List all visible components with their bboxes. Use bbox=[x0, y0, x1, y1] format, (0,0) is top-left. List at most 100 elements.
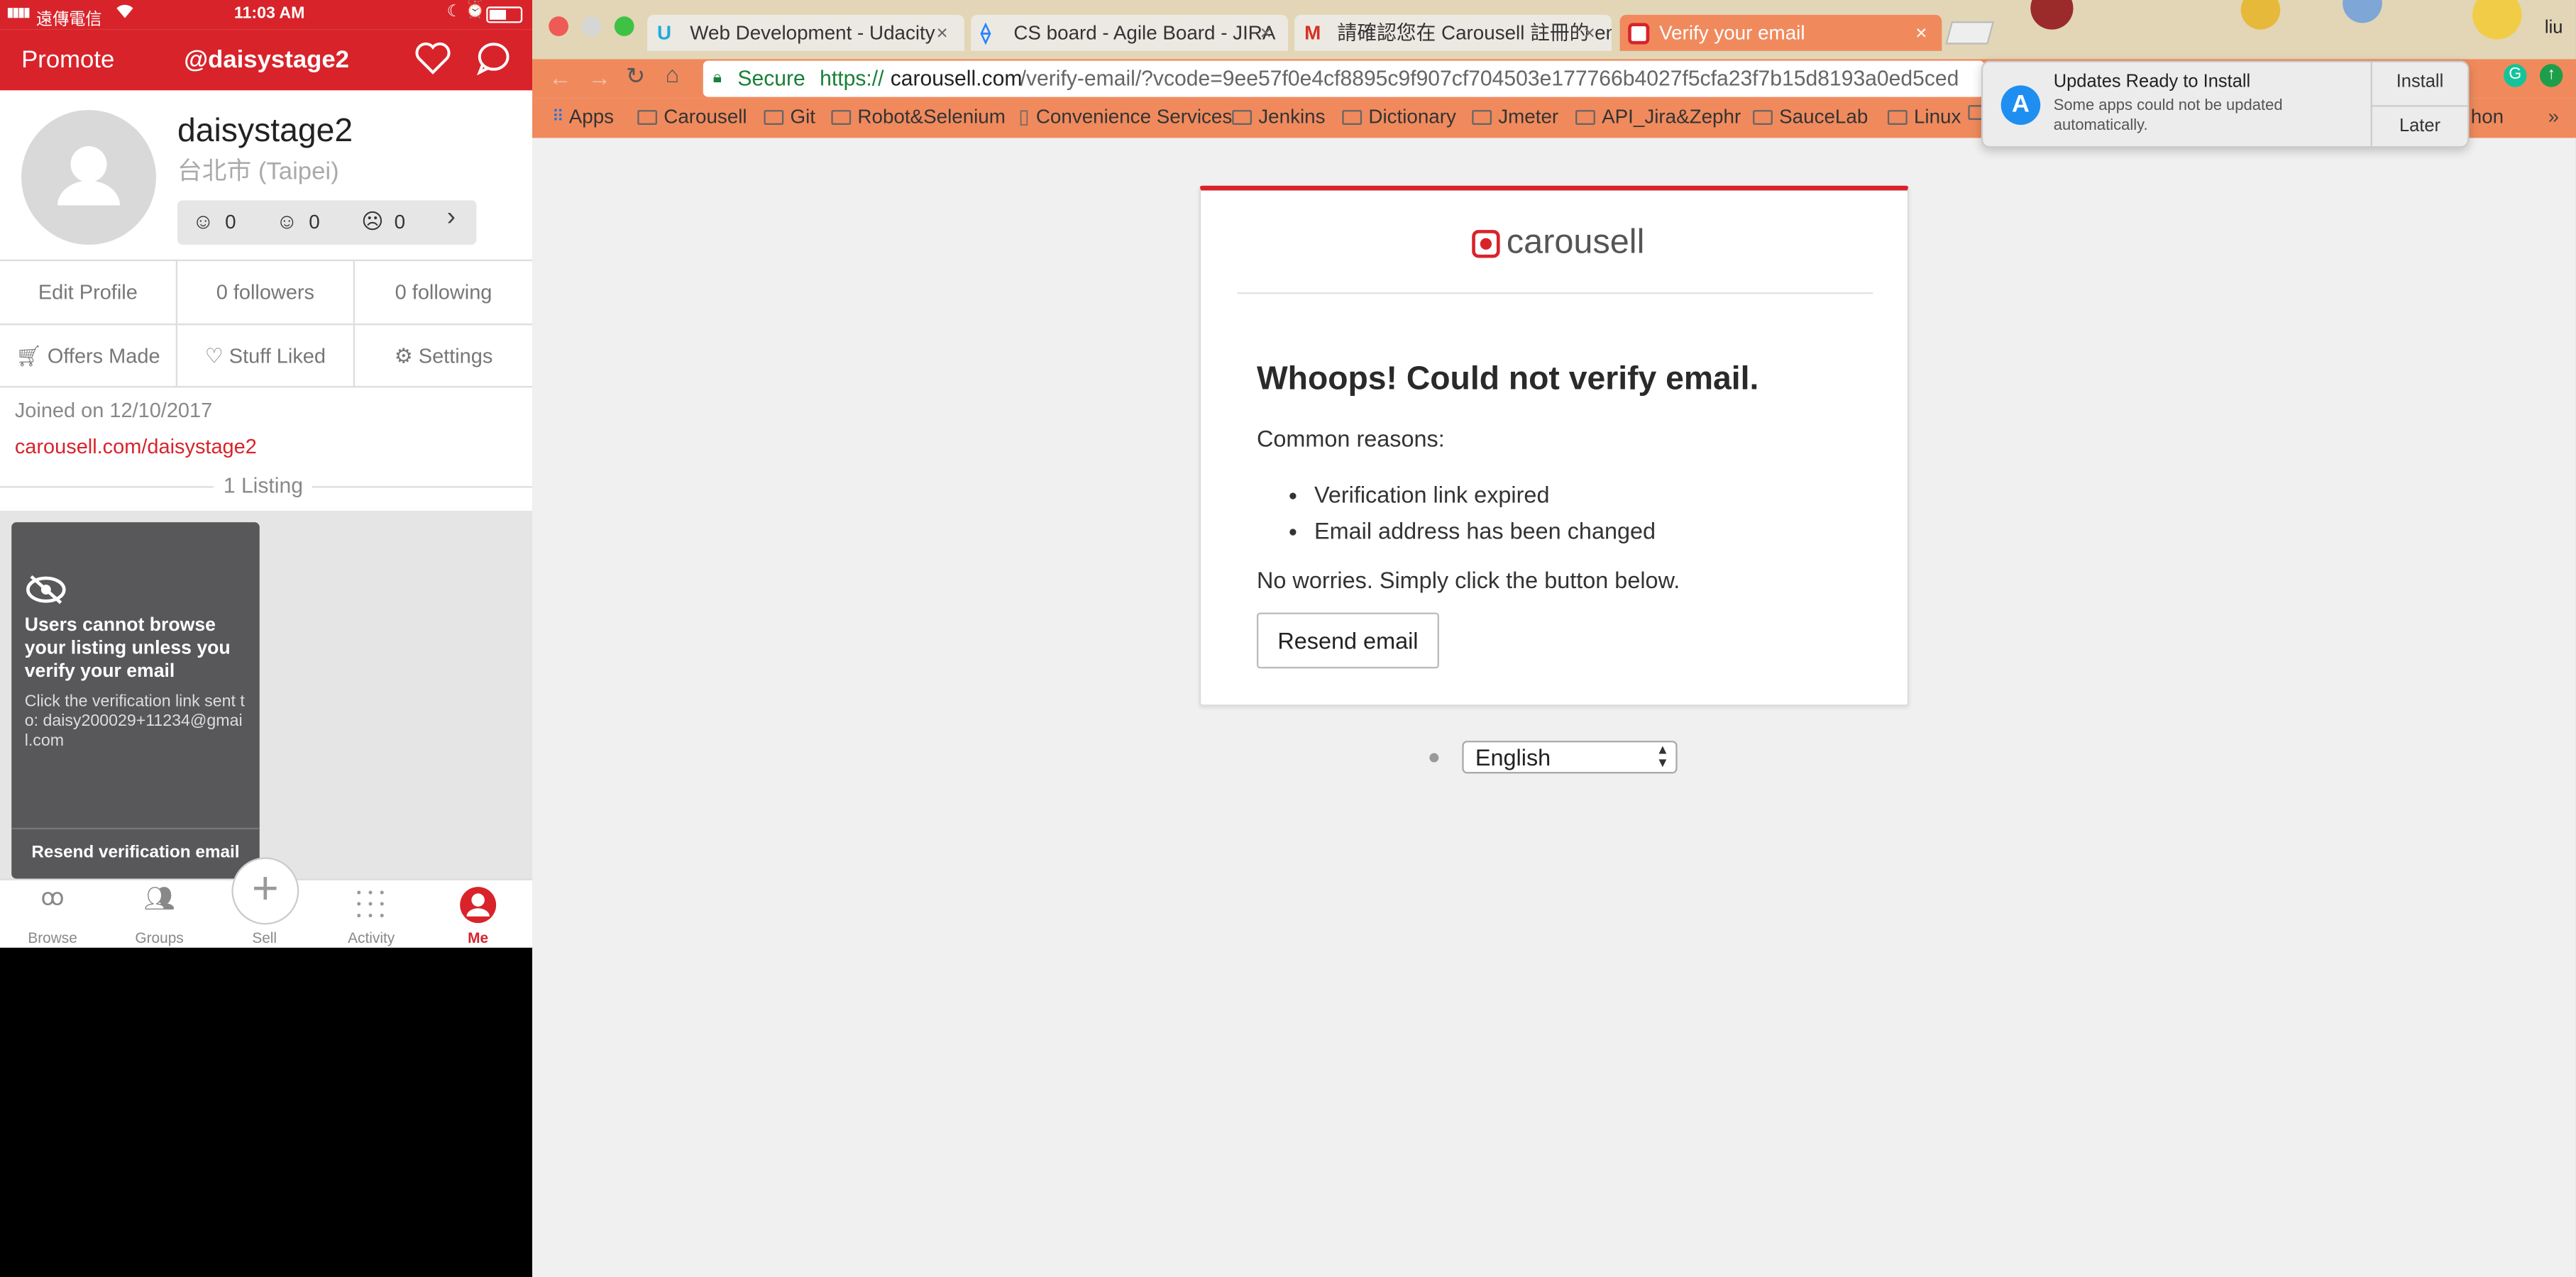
bookmark-folder[interactable]: Robot&Selenium bbox=[831, 105, 1006, 128]
bookmark-folder[interactable]: Carousell bbox=[637, 105, 747, 128]
profile-url-link[interactable]: carousell.com/daisystage2 bbox=[15, 435, 257, 458]
glasses-icon[interactable]: ꝏ bbox=[20, 883, 86, 911]
bookmark-apps[interactable]: ⠿ Apps bbox=[552, 105, 614, 128]
user-label[interactable]: liu bbox=[2545, 18, 2563, 38]
tab-title: CS board - Agile Board - JIRA bbox=[1013, 21, 1276, 45]
following-link[interactable]: 0 following bbox=[355, 261, 532, 324]
tab-title: 請確認您在 Carousell 註冊的 em bbox=[1337, 21, 1612, 45]
followers-link[interactable]: 0 followers bbox=[177, 261, 353, 324]
later-button[interactable]: Later bbox=[2371, 116, 2470, 136]
bookmark-overflow[interactable]: hon bbox=[2471, 105, 2504, 128]
resend-verification-button[interactable]: Resend verification email bbox=[11, 843, 260, 863]
url-host: carousell.com bbox=[890, 65, 1023, 91]
tab-title: Web Development - Udacity bbox=[690, 21, 935, 45]
tab-sell[interactable]: Sell bbox=[224, 929, 306, 946]
wifi-icon bbox=[115, 1, 135, 24]
listing-count: 1 Listing bbox=[213, 472, 313, 498]
settings-button[interactable]: ⚙ Settings bbox=[355, 325, 532, 387]
logo-text: carousell bbox=[1506, 223, 1645, 262]
carrier-label: 遠傳電信 bbox=[35, 11, 102, 30]
edit-profile-button[interactable]: Edit Profile bbox=[0, 261, 176, 324]
bookmark-folder[interactable]: Jmeter bbox=[1472, 105, 1558, 128]
bookmark-folder[interactable]: Linux bbox=[1887, 105, 1961, 128]
battery-icon bbox=[486, 6, 523, 23]
address-bar[interactable]: 🔒︎ Secure https:// carousell.com /verify… bbox=[703, 60, 1985, 97]
offers-made-label: Offers Made bbox=[47, 345, 160, 368]
close-tab-icon[interactable]: × bbox=[1915, 15, 1927, 51]
wallpaper-dot bbox=[2240, 0, 2281, 30]
forward-icon[interactable]: → bbox=[588, 64, 611, 90]
stuff-liked-label: Stuff Liked bbox=[229, 345, 326, 368]
language-select[interactable]: English ▲ ▼ bbox=[1462, 741, 1678, 774]
new-tab-button[interactable] bbox=[1945, 21, 1995, 45]
rating-bar[interactable]: ☺ 0 ☺ 0 ☹ 0 › bbox=[177, 200, 477, 245]
promote-button[interactable]: Promote bbox=[21, 46, 114, 74]
chevron-double-right-icon[interactable]: » bbox=[2548, 105, 2559, 128]
reload-icon[interactable]: ↻ bbox=[626, 62, 645, 90]
secure-label: Secure bbox=[737, 65, 805, 91]
tab-me[interactable]: Me bbox=[437, 929, 519, 946]
settings-label: Settings bbox=[418, 345, 493, 368]
profile-location: 台北市 (Taipei) bbox=[177, 157, 339, 186]
bookmark-folder[interactable]: API_Jira&Zephr bbox=[1575, 105, 1741, 128]
notification-body: Some apps could not be updated automatic… bbox=[2053, 96, 2283, 135]
apps-grid-icon: ⠿ bbox=[551, 107, 564, 126]
tab-groups[interactable]: Groups bbox=[119, 929, 201, 946]
avatar[interactable] bbox=[21, 110, 156, 245]
reason-item: Verification link expired bbox=[1314, 476, 1656, 512]
bookmark-page[interactable]: ▯ Convenience Services bbox=[1018, 105, 1232, 128]
close-window-icon[interactable] bbox=[549, 16, 568, 36]
neutral-count: 0 bbox=[309, 210, 320, 233]
browser-window: U Web Development - Udacity × ⟠ CS board… bbox=[532, 0, 2576, 1277]
folder-icon bbox=[1342, 109, 1363, 124]
browser-tab[interactable]: U Web Development - Udacity × bbox=[647, 14, 964, 51]
browser-tab[interactable]: ⟠ CS board - Agile Board - JIRA × bbox=[971, 14, 1288, 51]
grammarly-icon[interactable]: G bbox=[2504, 64, 2527, 87]
back-icon[interactable]: ← bbox=[549, 64, 571, 90]
close-tab-icon[interactable]: × bbox=[937, 15, 948, 51]
browser-tab-active[interactable]: Verify your email × bbox=[1619, 14, 1942, 51]
listing-warning-body: Click the verification link sent to: dai… bbox=[24, 692, 245, 751]
listing-card[interactable]: Users cannot browse your listing unless … bbox=[11, 522, 260, 879]
tab-activity[interactable]: Activity bbox=[330, 929, 412, 946]
stuff-liked-button[interactable]: ♡ Stuff Liked bbox=[177, 325, 353, 387]
grid-dots-icon[interactable]: • • • • • • • • • bbox=[338, 886, 404, 922]
wallpaper-dot bbox=[2472, 0, 2522, 40]
resend-email-button[interactable]: Resend email bbox=[1256, 612, 1439, 669]
verify-card: carousell Whoops! Could not verify email… bbox=[1199, 185, 1910, 707]
offers-made-button[interactable]: 🛒︎ Offers Made bbox=[0, 325, 176, 387]
bookmark-folder[interactable]: Git bbox=[764, 105, 815, 128]
notification-title: Updates Ready to Install bbox=[2053, 72, 2251, 92]
me-icon[interactable] bbox=[460, 887, 497, 924]
bookmark-folder[interactable]: Dictionary bbox=[1342, 105, 1456, 128]
tab-browse[interactable]: Browse bbox=[11, 929, 94, 946]
globe-icon: ● bbox=[1427, 743, 1441, 769]
plus-icon[interactable]: + bbox=[231, 857, 299, 925]
status-bar: ▮▮▮▮ 遠傳電信 11:03 AM ☾ ⏰ bbox=[0, 0, 533, 30]
install-button[interactable]: Install bbox=[2371, 72, 2470, 92]
top-nav: Promote @daisystage2 bbox=[0, 29, 533, 91]
bookmark-folder[interactable]: Jenkins bbox=[1232, 105, 1325, 128]
chat-icon[interactable] bbox=[475, 41, 512, 84]
select-arrows-icon: ▲ ▼ bbox=[1656, 742, 1670, 770]
positive-count: 0 bbox=[225, 210, 236, 233]
folder-icon bbox=[637, 109, 657, 124]
reason-item: Email address has been changed bbox=[1314, 512, 1656, 548]
folder-icon bbox=[1753, 109, 1773, 124]
minimize-window-icon[interactable] bbox=[581, 16, 602, 36]
chevron-right-icon: › bbox=[446, 204, 456, 232]
note-text: No worries. Simply click the button belo… bbox=[1256, 566, 1680, 593]
heart-icon[interactable] bbox=[414, 41, 451, 84]
carousell-favicon-icon bbox=[1628, 23, 1650, 45]
folder-icon bbox=[1887, 109, 1908, 124]
close-tab-icon[interactable]: × bbox=[1584, 15, 1595, 51]
extension-icon[interactable]: ↑ bbox=[2539, 64, 2563, 87]
close-tab-icon[interactable]: × bbox=[1260, 15, 1272, 51]
groups-icon[interactable]: 👥︎ bbox=[126, 883, 192, 913]
home-icon[interactable]: ⌂ bbox=[666, 61, 680, 87]
maximize-window-icon[interactable] bbox=[614, 16, 634, 36]
listing-warning-title: Users cannot browse your listing unless … bbox=[24, 616, 231, 682]
folder-icon bbox=[1232, 109, 1253, 124]
bookmark-folder[interactable]: SauceLab bbox=[1753, 105, 1868, 128]
browser-tab[interactable]: M 請確認您在 Carousell 註冊的 em × bbox=[1294, 14, 1612, 51]
